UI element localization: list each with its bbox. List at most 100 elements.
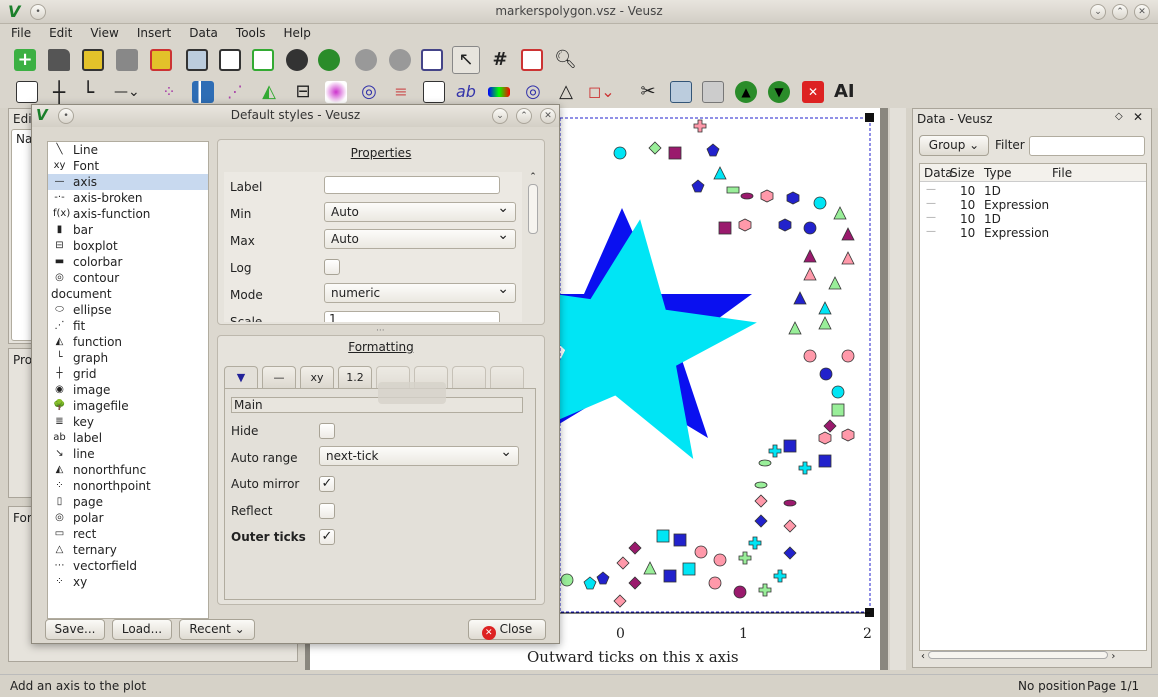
widget-list-item[interactable]: ◎ polar	[48, 510, 208, 526]
dialog-close-x-button[interactable]: ✕	[540, 108, 556, 124]
widget-list-item[interactable]: ⁘ nonorthpoint	[48, 478, 208, 494]
property-input[interactable]: 1	[324, 311, 500, 322]
next-page-icon[interactable]	[389, 49, 411, 71]
insert-axis-icon[interactable]: —⌄	[114, 81, 152, 103]
insert-fit-icon[interactable]: ⋰	[224, 81, 246, 103]
widget-list-item[interactable]: ┼ grid	[48, 366, 208, 382]
reload-icon[interactable]	[318, 49, 340, 71]
insert-bar-icon[interactable]	[192, 81, 214, 103]
insert-graph-icon[interactable]: └	[82, 81, 104, 103]
auto-range-select[interactable]: next-tick	[319, 444, 519, 466]
table-hscroll[interactable]: ‹ ›	[921, 651, 1145, 663]
insert-function-icon[interactable]: ◭	[258, 81, 280, 103]
formatting-tab[interactable]: 1.2	[338, 366, 372, 388]
insert-label-icon[interactable]: ab	[456, 81, 478, 103]
widget-list-item[interactable]: └ graph	[48, 350, 208, 366]
insert-image-icon[interactable]	[325, 81, 347, 103]
menu-file[interactable]: File	[0, 24, 38, 40]
new-document-icon[interactable]: +	[14, 49, 36, 71]
formatting-tab[interactable]	[490, 366, 524, 388]
widget-list-item[interactable]: ≣ key	[48, 414, 208, 430]
capture-data-icon[interactable]	[286, 49, 308, 71]
float-icon[interactable]: ◇	[1115, 111, 1123, 122]
minimize-button[interactable]: ⌄	[1090, 4, 1106, 20]
widget-list-item[interactable]: ⁘ xy	[48, 574, 208, 590]
formatting-checkbox[interactable]: ✓	[319, 529, 335, 545]
col-data[interactable]: Data	[924, 166, 953, 180]
widget-list-item[interactable]: ◭ nonorthfunc	[48, 462, 208, 478]
insert-shape-icon[interactable]: ◻⌄	[588, 81, 626, 103]
save-icon[interactable]	[82, 49, 104, 71]
group-button[interactable]: Group ⌄	[919, 135, 989, 156]
dataset-table[interactable]: Data Size Type File — 10 1D — 10 Expression — 1…	[919, 163, 1147, 651]
filter-input[interactable]	[1029, 136, 1145, 156]
widget-list-item[interactable]: ▬ colorbar	[48, 254, 208, 270]
save-button[interactable]: Save...	[45, 619, 105, 640]
widget-list-item[interactable]: ⬭ ellipse	[48, 302, 208, 318]
insert-xy-icon[interactable]: ⁘	[158, 81, 180, 103]
rename-icon[interactable]: AI	[834, 81, 856, 103]
formatting-tab[interactable]: —	[262, 366, 296, 388]
widget-list-item[interactable]: ◭ function	[48, 334, 208, 350]
insert-key-icon[interactable]	[423, 81, 445, 103]
import-data-icon[interactable]	[186, 49, 208, 71]
widget-list-item[interactable]: ⋯ vectorfield	[48, 558, 208, 574]
load-button[interactable]: Load...	[112, 619, 172, 640]
widget-list-item[interactable]: ▭ rect	[48, 526, 208, 542]
zoom-axis-icon[interactable]	[521, 49, 543, 71]
property-select[interactable]: Auto	[324, 200, 516, 222]
menu-help[interactable]: Help	[272, 24, 317, 40]
menu-insert[interactable]: Insert	[126, 24, 178, 40]
zoom-menu-icon[interactable]: 🔍︎⌄	[554, 49, 590, 92]
log-checkbox[interactable]	[324, 259, 340, 275]
close-window-button[interactable]: ✕	[1134, 4, 1150, 20]
export-icon[interactable]	[150, 49, 172, 71]
widget-list-item[interactable]: — axis	[48, 174, 208, 190]
widget-list-item[interactable]: ◉ image	[48, 382, 208, 398]
table-row[interactable]: — 10 Expression	[920, 226, 1146, 240]
widget-list-item[interactable]: xy Font	[48, 158, 208, 174]
widget-list-item[interactable]: ▯ page	[48, 494, 208, 510]
zoom-graph-icon[interactable]: #	[489, 49, 511, 71]
create-dataset-icon[interactable]	[252, 49, 274, 71]
properties-scrollbar[interactable]: ⌃	[526, 172, 540, 322]
view-region-icon[interactable]	[421, 49, 443, 71]
formatting-checkbox[interactable]: ✓	[319, 476, 335, 492]
property-select[interactable]: numeric	[324, 281, 516, 303]
table-row[interactable]: — 10 Expression	[920, 198, 1146, 212]
paste-icon[interactable]	[702, 81, 724, 103]
insert-vectorfield-icon[interactable]: ≡	[390, 81, 412, 103]
widget-list-item[interactable]: ⊟ boxplot	[48, 238, 208, 254]
table-row[interactable]: — 10 1D	[920, 184, 1146, 198]
menu-view[interactable]: View	[79, 24, 125, 40]
formatting-tab[interactable]: ▼	[224, 366, 258, 388]
widget-list-item[interactable]: ↘ line	[48, 446, 208, 462]
close-button[interactable]: ✕ Close	[468, 619, 546, 640]
widget-list-item[interactable]: ▮ bar	[48, 222, 208, 238]
formatting-tab[interactable]	[452, 366, 486, 388]
open-folder-icon[interactable]	[48, 49, 70, 71]
move-up-icon[interactable]: ▲	[735, 81, 757, 103]
maximize-button[interactable]: ⌃	[1112, 4, 1128, 20]
col-file[interactable]: File	[1052, 166, 1072, 180]
previous-page-icon[interactable]	[355, 49, 377, 71]
insert-boxplot-icon[interactable]: ⊟	[292, 81, 314, 103]
insert-polar-icon[interactable]: ◎	[522, 81, 544, 103]
formatting-tab[interactable]: xy	[300, 366, 334, 388]
move-down-icon[interactable]: ▼	[768, 81, 790, 103]
insert-grid-icon[interactable]: ┼	[48, 81, 70, 103]
insert-colorbar-icon[interactable]	[488, 87, 510, 97]
copy-icon[interactable]	[670, 81, 692, 103]
widget-list-item[interactable]: △ ternary	[48, 542, 208, 558]
col-type[interactable]: Type	[984, 166, 1012, 180]
widget-list-item[interactable]: ╲ Line	[48, 142, 208, 158]
menu-data[interactable]: Data	[178, 24, 225, 40]
close-icon[interactable]: ✕	[1133, 110, 1143, 124]
print-icon[interactable]	[116, 49, 138, 71]
widget-list-item[interactable]: 🌳 imagefile	[48, 398, 208, 414]
menu-tools[interactable]: Tools	[225, 24, 273, 40]
property-input[interactable]	[324, 176, 500, 194]
formatting-checkbox[interactable]	[319, 502, 335, 519]
formatting-checkbox[interactable]	[319, 423, 335, 439]
select-pointer-icon[interactable]: ↖	[452, 46, 480, 74]
